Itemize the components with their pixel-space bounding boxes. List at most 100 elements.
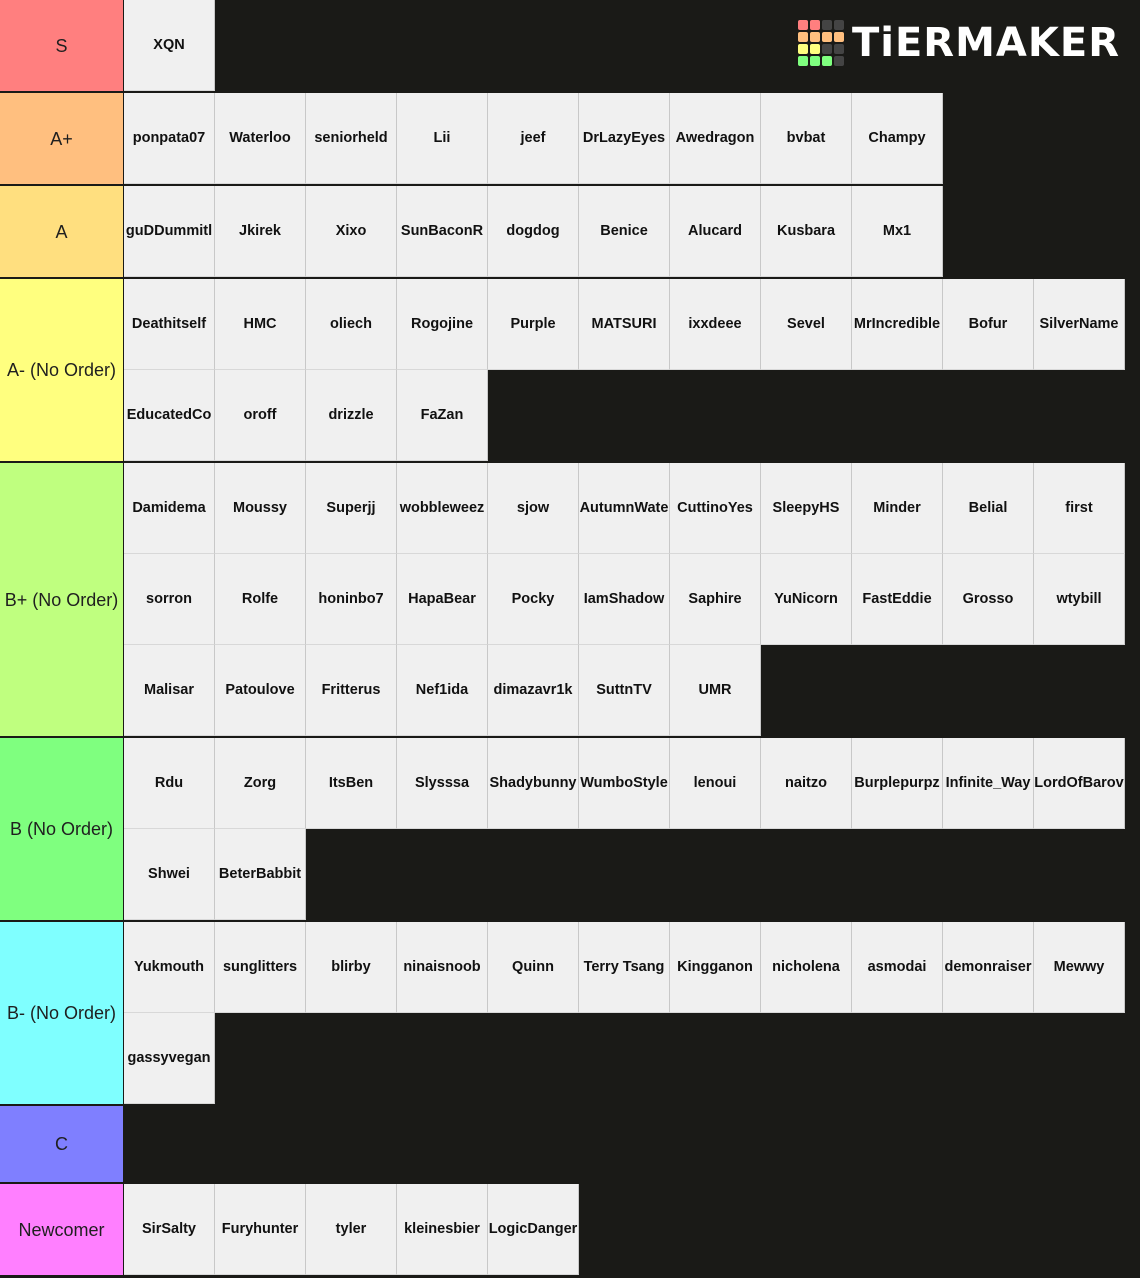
tier-item[interactable]: Purple: [488, 279, 579, 370]
tier-item[interactable]: HMC: [215, 279, 306, 370]
tier-item[interactable]: WumboStyle: [579, 738, 670, 829]
tier-item[interactable]: Yukmouth: [124, 922, 215, 1013]
tier-item[interactable]: Awedragon: [670, 93, 761, 184]
tier-item[interactable]: bvbat: [761, 93, 852, 184]
tier-item[interactable]: LordOfBarov: [1034, 738, 1125, 829]
tier-item[interactable]: nicholena: [761, 922, 852, 1013]
tier-item[interactable]: UMR: [670, 645, 761, 736]
tier-item[interactable]: IamShadow: [579, 554, 670, 645]
tier-item[interactable]: Infinite_Way: [943, 738, 1034, 829]
tier-item[interactable]: FaZan: [397, 370, 488, 461]
tier-item[interactable]: seniorheld: [306, 93, 397, 184]
tier-item[interactable]: Mewwy: [1034, 922, 1125, 1013]
tier-item[interactable]: Pocky: [488, 554, 579, 645]
tier-item[interactable]: BeterBabbit: [215, 829, 306, 920]
tier-label[interactable]: B+ (No Order): [0, 463, 124, 736]
tier-item[interactable]: YuNicorn: [761, 554, 852, 645]
tier-item[interactable]: SunBaconR: [397, 186, 488, 277]
tier-item[interactable]: sunglitters: [215, 922, 306, 1013]
tier-item[interactable]: Patoulove: [215, 645, 306, 736]
tier-item[interactable]: ponpata07: [124, 93, 215, 184]
tier-item[interactable]: Quinn: [488, 922, 579, 1013]
tier-item[interactable]: gassyvegan: [124, 1013, 215, 1104]
tier-items-area[interactable]: Yukmouth sunglitters blirby ninaisnoob Quinn…: [124, 922, 1139, 1104]
tier-item[interactable]: Sevel: [761, 279, 852, 370]
tier-item[interactable]: LogicDanger: [488, 1184, 579, 1275]
tier-item[interactable]: Benice: [579, 186, 670, 277]
tier-item[interactable]: naitzo: [761, 738, 852, 829]
tier-item[interactable]: wtybill: [1034, 554, 1125, 645]
tier-items-area[interactable]: Damidema Moussy Superjj wobbleweez sjow Autum…: [124, 463, 1139, 736]
tier-item[interactable]: Damidema: [124, 463, 215, 554]
tier-item[interactable]: first: [1034, 463, 1125, 554]
tier-item[interactable]: Kusbara: [761, 186, 852, 277]
tier-item[interactable]: Slysssa: [397, 738, 488, 829]
tier-item[interactable]: Minder: [852, 463, 943, 554]
tier-label[interactable]: B- (No Order): [0, 922, 124, 1104]
tier-item[interactable]: drizzle: [306, 370, 397, 461]
tier-label[interactable]: S: [0, 0, 124, 91]
tier-item[interactable]: Jkirek: [215, 186, 306, 277]
tier-items-area[interactable]: guDDummitl Jkirek Xixo SunBaconR dogdog Benic…: [124, 186, 1139, 277]
tier-item[interactable]: guDDummitl: [124, 186, 215, 277]
tier-item[interactable]: Champy: [852, 93, 943, 184]
tier-item[interactable]: honinbo7: [306, 554, 397, 645]
tier-item[interactable]: Lii: [397, 93, 488, 184]
tier-item[interactable]: Moussy: [215, 463, 306, 554]
tier-items-area[interactable]: ponpata07 Waterloo seniorheld Lii jeef DrLazy…: [124, 93, 1139, 184]
tier-item[interactable]: Alucard: [670, 186, 761, 277]
tier-item[interactable]: Mx1: [852, 186, 943, 277]
tier-items-area[interactable]: Rdu Zorg ItsBen Slysssa Shadybunny WumboStyle…: [124, 738, 1139, 920]
tier-item[interactable]: MATSURI: [579, 279, 670, 370]
tier-item[interactable]: ItsBen: [306, 738, 397, 829]
tier-item[interactable]: dimazavr1k: [488, 645, 579, 736]
tier-item[interactable]: Xixo: [306, 186, 397, 277]
tier-items-area[interactable]: SirSalty Furyhunter tyler kleinesbier LogicD…: [124, 1184, 1139, 1275]
tier-label[interactable]: A+: [0, 93, 124, 184]
tier-item[interactable]: sjow: [488, 463, 579, 554]
tier-item[interactable]: Burplepurpz: [852, 738, 943, 829]
tier-item[interactable]: XQN: [124, 0, 215, 91]
tier-item[interactable]: SilverName: [1034, 279, 1125, 370]
tier-item[interactable]: Rdu: [124, 738, 215, 829]
tier-item[interactable]: AutumnWate: [579, 463, 670, 554]
tier-item[interactable]: CuttinoYes: [670, 463, 761, 554]
tier-label[interactable]: B (No Order): [0, 738, 124, 920]
tier-item[interactable]: Malisar: [124, 645, 215, 736]
tier-item[interactable]: SuttnTV: [579, 645, 670, 736]
tier-items-area[interactable]: Deathitself HMC oliech Rogojine Purple MATSUR…: [124, 279, 1139, 461]
tier-item[interactable]: dogdog: [488, 186, 579, 277]
tier-item[interactable]: SleepyHS: [761, 463, 852, 554]
tier-item[interactable]: Kingganon: [670, 922, 761, 1013]
tier-label[interactable]: A: [0, 186, 124, 277]
tier-item[interactable]: Superjj: [306, 463, 397, 554]
tier-item[interactable]: Rolfe: [215, 554, 306, 645]
tier-item[interactable]: blirby: [306, 922, 397, 1013]
tier-item[interactable]: Saphire: [670, 554, 761, 645]
tier-item[interactable]: HapaBear: [397, 554, 488, 645]
tier-item[interactable]: Fritterus: [306, 645, 397, 736]
tier-item[interactable]: Terry Tsang: [579, 922, 670, 1013]
tier-item[interactable]: Bofur: [943, 279, 1034, 370]
tier-item[interactable]: asmodai: [852, 922, 943, 1013]
tier-item[interactable]: lenoui: [670, 738, 761, 829]
tier-item[interactable]: Grosso: [943, 554, 1034, 645]
tier-item[interactable]: Shadybunny: [488, 738, 579, 829]
tier-item[interactable]: kleinesbier: [397, 1184, 488, 1275]
tier-item[interactable]: Nef1ida: [397, 645, 488, 736]
tier-item[interactable]: ninaisnoob: [397, 922, 488, 1013]
tier-label[interactable]: A- (No Order): [0, 279, 124, 461]
tier-item[interactable]: Rogojine: [397, 279, 488, 370]
tier-item[interactable]: DrLazyEyes: [579, 93, 670, 184]
tier-item[interactable]: tyler: [306, 1184, 397, 1275]
tier-item[interactable]: oroff: [215, 370, 306, 461]
tier-item[interactable]: Shwei: [124, 829, 215, 920]
tier-item[interactable]: Belial: [943, 463, 1034, 554]
tier-item[interactable]: Waterloo: [215, 93, 306, 184]
tier-item[interactable]: jeef: [488, 93, 579, 184]
tier-item[interactable]: FastEddie: [852, 554, 943, 645]
tier-item[interactable]: Furyhunter: [215, 1184, 306, 1275]
tier-label[interactable]: C: [0, 1106, 124, 1182]
tier-label[interactable]: Newcomer: [0, 1184, 124, 1275]
tier-item[interactable]: demonraiser: [943, 922, 1034, 1013]
